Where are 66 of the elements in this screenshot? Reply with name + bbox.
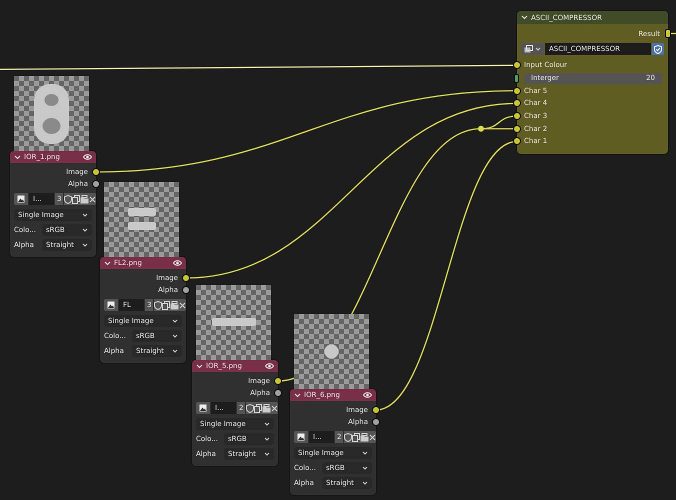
eye-icon[interactable] xyxy=(83,154,92,160)
image-icon[interactable] xyxy=(107,301,115,309)
socket[interactable] xyxy=(275,378,281,384)
socket[interactable] xyxy=(514,113,520,120)
shield-icon[interactable] xyxy=(344,432,352,442)
datablock-browse-button[interactable] xyxy=(196,402,210,414)
reroute-node[interactable] xyxy=(478,126,484,132)
folder-icon[interactable] xyxy=(262,404,272,412)
socket[interactable] xyxy=(93,169,99,175)
datablock-browse-button[interactable] xyxy=(521,43,544,55)
eye-icon[interactable] xyxy=(173,260,182,266)
copy-icon[interactable] xyxy=(254,404,262,412)
caret-icon[interactable] xyxy=(264,437,270,441)
image-icon[interactable] xyxy=(199,404,207,412)
shield-icon[interactable] xyxy=(154,300,162,310)
collapse-chevron-icon[interactable] xyxy=(104,260,111,266)
caret-icon[interactable] xyxy=(82,228,88,232)
eye-icon[interactable] xyxy=(363,392,372,398)
socket[interactable] xyxy=(514,126,520,132)
folder-icon[interactable] xyxy=(80,194,90,204)
socket[interactable] xyxy=(93,181,99,187)
collapse-chevron-icon[interactable] xyxy=(521,15,528,20)
socket[interactable] xyxy=(183,275,189,281)
datablock-browse-button[interactable] xyxy=(104,299,118,311)
caret-icon[interactable] xyxy=(362,466,368,470)
datablock-browse-button[interactable] xyxy=(294,431,308,443)
caret-icon[interactable] xyxy=(82,213,88,217)
socket[interactable] xyxy=(515,74,518,82)
socket[interactable] xyxy=(514,138,520,144)
close-icon[interactable] xyxy=(179,302,186,308)
socket[interactable] xyxy=(183,287,189,293)
socket[interactable] xyxy=(373,419,379,425)
node-link[interactable] xyxy=(0,64,514,70)
socket[interactable] xyxy=(275,390,281,396)
close-icon[interactable] xyxy=(369,434,376,440)
caret-icon[interactable] xyxy=(82,243,88,247)
collapse-chevron-icon[interactable] xyxy=(14,154,21,160)
group-icon[interactable] xyxy=(524,45,533,53)
shield-icon[interactable] xyxy=(246,404,254,412)
output-socket[interactable] xyxy=(666,30,670,37)
shield-icon[interactable] xyxy=(64,194,72,204)
copy-icon[interactable] xyxy=(72,194,80,204)
caret-icon[interactable] xyxy=(362,451,368,455)
collapse-chevron-icon[interactable] xyxy=(294,392,301,398)
socket[interactable] xyxy=(514,62,520,68)
caret-icon[interactable] xyxy=(172,349,178,353)
socket[interactable] xyxy=(373,407,379,413)
close-icon[interactable] xyxy=(271,404,278,412)
collapse-chevron-icon[interactable] xyxy=(196,364,203,368)
image-icon[interactable] xyxy=(17,195,25,203)
caret-icon[interactable] xyxy=(535,47,541,51)
eye-icon[interactable] xyxy=(265,363,274,369)
folder-icon[interactable] xyxy=(170,300,180,310)
caret-icon[interactable] xyxy=(264,452,270,456)
caret-icon[interactable] xyxy=(172,334,178,338)
copy-icon[interactable] xyxy=(162,300,170,310)
caret-icon[interactable] xyxy=(264,422,270,426)
copy-icon[interactable] xyxy=(352,432,360,442)
socket[interactable] xyxy=(514,88,520,94)
close-icon[interactable] xyxy=(89,196,96,202)
datablock-browse-button[interactable] xyxy=(14,193,28,205)
socket[interactable] xyxy=(514,100,520,106)
caret-icon[interactable] xyxy=(172,319,178,323)
folder-icon[interactable] xyxy=(360,432,370,442)
caret-icon[interactable] xyxy=(362,481,368,485)
image-icon[interactable] xyxy=(297,433,305,441)
